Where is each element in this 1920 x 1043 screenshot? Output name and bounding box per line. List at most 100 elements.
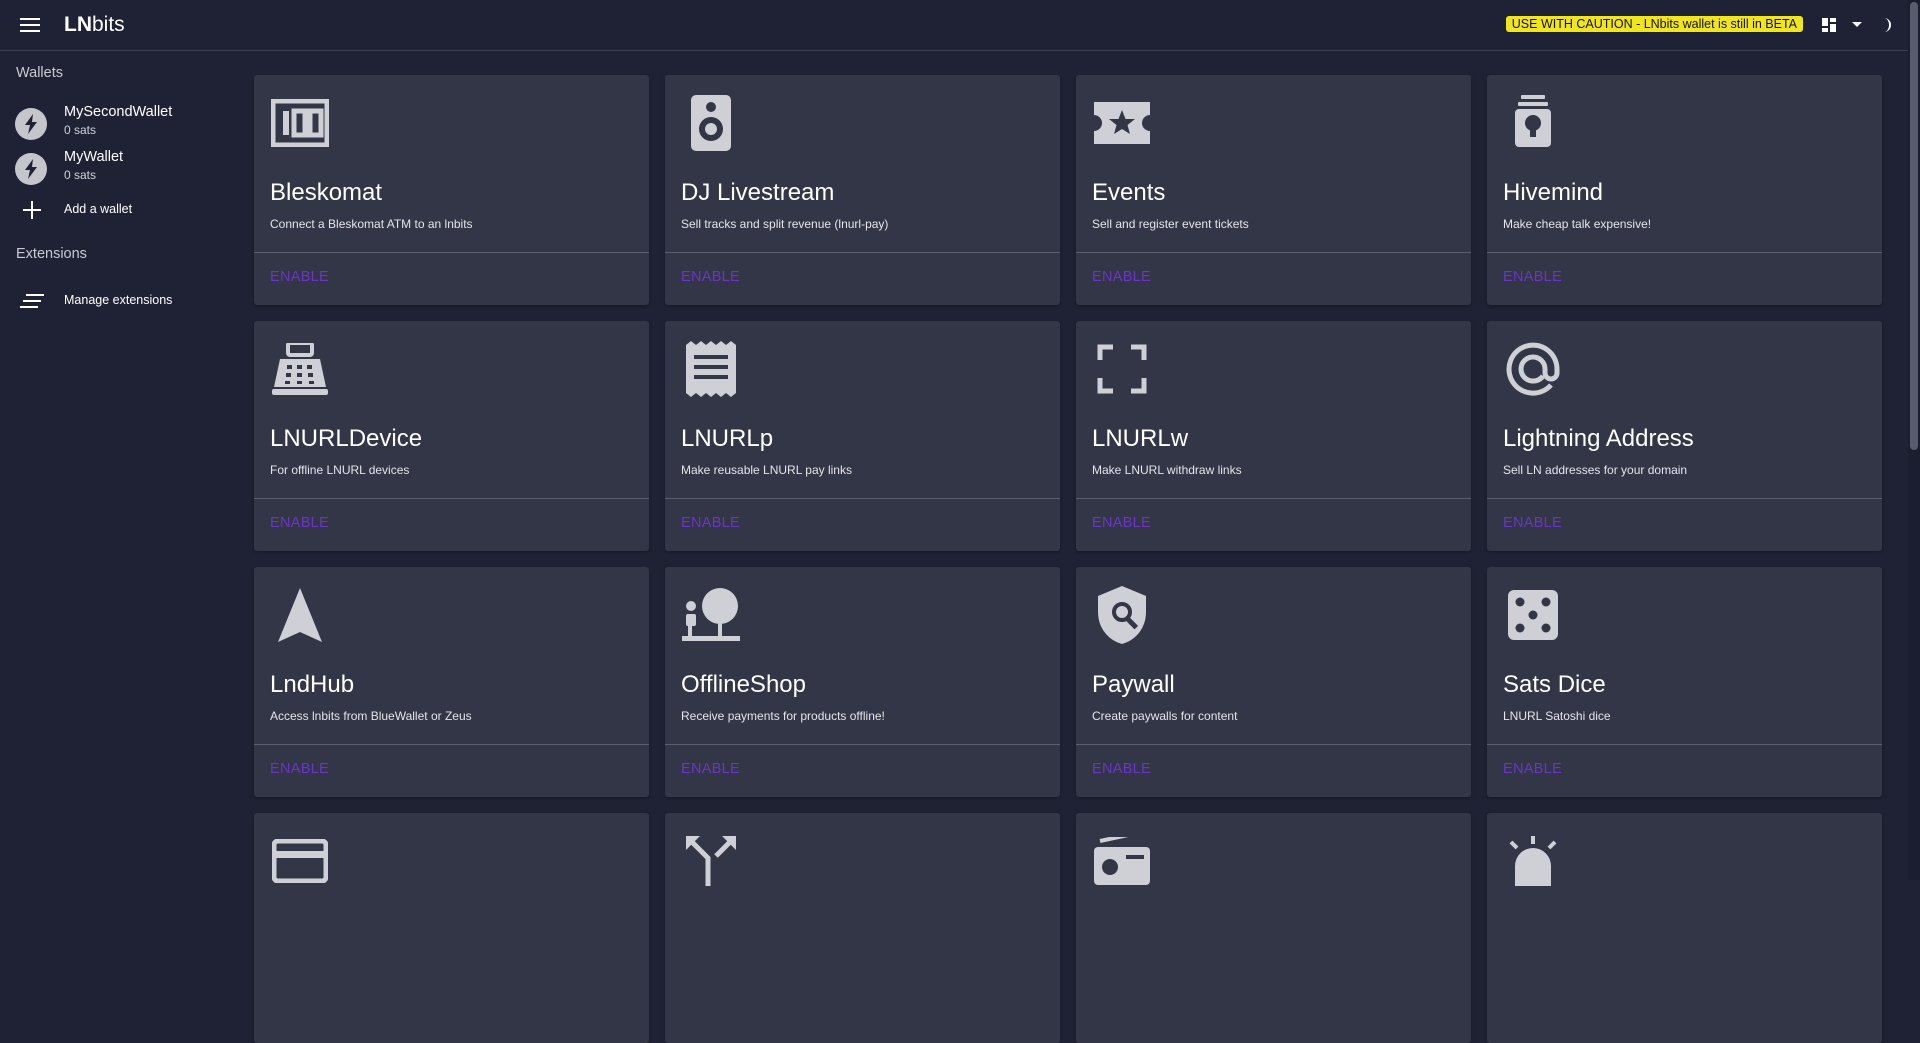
navigation-icon <box>270 585 330 645</box>
extension-title: Events <box>1092 179 1166 206</box>
enable-button[interactable]: ENABLE <box>681 515 740 531</box>
extension-description: Receive payments for products offline! <box>681 709 885 723</box>
extension-title: LNURLw <box>1092 425 1189 452</box>
extensions-grid: Bleskomat Connect a Bleskomat ATM to an … <box>254 75 1882 1043</box>
extension-card-lndhub: LndHub Access lnbits from BlueWallet or … <box>254 567 649 797</box>
extensions-section-title: Extensions <box>16 246 87 262</box>
bolt-icon <box>15 153 47 185</box>
call-split-icon <box>681 831 741 891</box>
enable-button[interactable]: ENABLE <box>270 515 329 531</box>
plus-icon <box>19 200 45 220</box>
ticket-icon <box>1092 93 1152 153</box>
lightbulb-icon <box>1503 93 1563 153</box>
credit-card-icon <box>270 831 330 891</box>
receipt-icon <box>681 339 741 399</box>
wallets-section-title: Wallets <box>16 65 63 81</box>
money-icon <box>270 93 330 153</box>
scrollbar-thumb[interactable] <box>1910 2 1918 450</box>
enable-button[interactable]: ENABLE <box>1092 761 1151 777</box>
bolt-icon <box>15 108 47 140</box>
extension-card-sats-dice: Sats Dice LNURL Satoshi dice ENABLE <box>1487 567 1882 797</box>
brand-logo[interactable]: LNbits <box>64 13 125 37</box>
add-wallet-label: Add a wallet <box>64 202 133 216</box>
page-scrollbar[interactable] <box>1908 0 1920 880</box>
extension-title: DJ Livestream <box>681 179 835 206</box>
enable-button[interactable]: ENABLE <box>681 761 740 777</box>
dashboard-icon[interactable] <box>1820 16 1838 34</box>
wallet-name: MyWallet <box>64 149 124 165</box>
extension-card-dj-livestream: DJ Livestream Sell tracks and split reve… <box>665 75 1060 305</box>
card-divider <box>254 744 649 745</box>
card-divider <box>1076 498 1471 499</box>
sidebar-wallet-item[interactable]: MySecondWallet 0 sats <box>0 103 240 147</box>
sort-icon <box>19 291 45 311</box>
enable-button[interactable]: ENABLE <box>1503 515 1562 531</box>
card-divider <box>665 744 1060 745</box>
card-divider <box>1487 252 1882 253</box>
extension-card-bleskomat: Bleskomat Connect a Bleskomat ATM to an … <box>254 75 649 305</box>
casino-icon <box>1503 585 1563 645</box>
extension-description: Sell and register event tickets <box>1092 217 1249 231</box>
brand-rest: bits <box>92 13 125 36</box>
card-divider <box>665 498 1060 499</box>
card-divider <box>1076 252 1471 253</box>
card-divider <box>1487 744 1882 745</box>
menu-icon[interactable] <box>16 11 44 39</box>
radio-icon <box>1092 831 1152 891</box>
sidebar-wallet-item[interactable]: MyWallet 0 sats <box>0 148 240 192</box>
crop-free-icon <box>1092 339 1152 399</box>
enable-button[interactable]: ENABLE <box>681 269 740 285</box>
enable-button[interactable]: ENABLE <box>1503 269 1562 285</box>
extension-title: Paywall <box>1092 671 1175 698</box>
point-of-sale-icon <box>270 339 330 399</box>
nature-people-icon <box>681 585 741 645</box>
enable-button[interactable]: ENABLE <box>270 269 329 285</box>
extension-card-partial <box>254 813 649 1043</box>
speaker-icon <box>681 93 741 153</box>
alarm-bell-icon <box>1503 831 1563 891</box>
extension-description: Sell tracks and split revenue (lnurl-pay… <box>681 217 889 231</box>
extension-title: Bleskomat <box>270 179 383 206</box>
extension-description: LNURL Satoshi dice <box>1503 709 1611 723</box>
extension-title: LNURLp <box>681 425 774 452</box>
extension-description: Create paywalls for content <box>1092 709 1238 723</box>
enable-button[interactable]: ENABLE <box>270 761 329 777</box>
extension-description: Make LNURL withdraw links <box>1092 463 1242 477</box>
extension-description: Connect a Bleskomat ATM to an lnbits <box>270 217 473 231</box>
header-actions <box>1820 16 1894 34</box>
extension-card-lnurlw: LNURLw Make LNURL withdraw links ENABLE <box>1076 321 1471 551</box>
extension-title: Sats Dice <box>1503 671 1606 698</box>
extension-card-paywall: Paywall Create paywalls for content ENAB… <box>1076 567 1471 797</box>
add-wallet-button[interactable]: Add a wallet <box>0 192 240 228</box>
sidebar: Wallets MySecondWallet 0 sats MyWallet 0… <box>0 51 240 880</box>
card-divider <box>254 252 649 253</box>
extension-card-lnurlp: LNURLp Make reusable LNURL pay links ENA… <box>665 321 1060 551</box>
extension-title: LNURLDevice <box>270 425 423 452</box>
extension-card-lnurldevice: LNURLDevice For offline LNURL devices EN… <box>254 321 649 551</box>
extension-card-partial <box>1076 813 1471 1043</box>
manage-extensions-link[interactable]: Manage extensions <box>0 283 240 319</box>
alternate-email-icon <box>1503 339 1563 399</box>
extension-title: Lightning Address <box>1503 425 1694 452</box>
wallet-balance: 0 sats <box>64 123 97 137</box>
wallet-name: MySecondWallet <box>64 104 173 120</box>
enable-button[interactable]: ENABLE <box>1092 269 1151 285</box>
enable-button[interactable]: ENABLE <box>1092 515 1151 531</box>
extension-card-events: Events Sell and register event tickets E… <box>1076 75 1471 305</box>
extension-description: Sell LN addresses for your domain <box>1503 463 1688 477</box>
policy-icon <box>1092 585 1152 645</box>
extension-card-partial <box>1487 813 1882 1043</box>
enable-button[interactable]: ENABLE <box>1503 761 1562 777</box>
card-divider <box>1487 498 1882 499</box>
extension-description: Make reusable LNURL pay links <box>681 463 852 477</box>
dark-mode-icon[interactable] <box>1876 16 1894 34</box>
extension-title: OfflineShop <box>681 671 806 698</box>
chevron-down-icon[interactable] <box>1848 16 1866 34</box>
extension-card-lightning-address: Lightning Address Sell LN addresses for … <box>1487 321 1882 551</box>
extension-description: Make cheap talk expensive! <box>1503 217 1652 231</box>
wallet-balance: 0 sats <box>64 168 97 182</box>
extension-card-offlineshop: OfflineShop Receive payments for product… <box>665 567 1060 797</box>
beta-warning-badge: USE WITH CAUTION - LNbits wallet is stil… <box>1505 16 1803 32</box>
card-divider <box>665 252 1060 253</box>
brand-strong: LN <box>64 13 92 36</box>
